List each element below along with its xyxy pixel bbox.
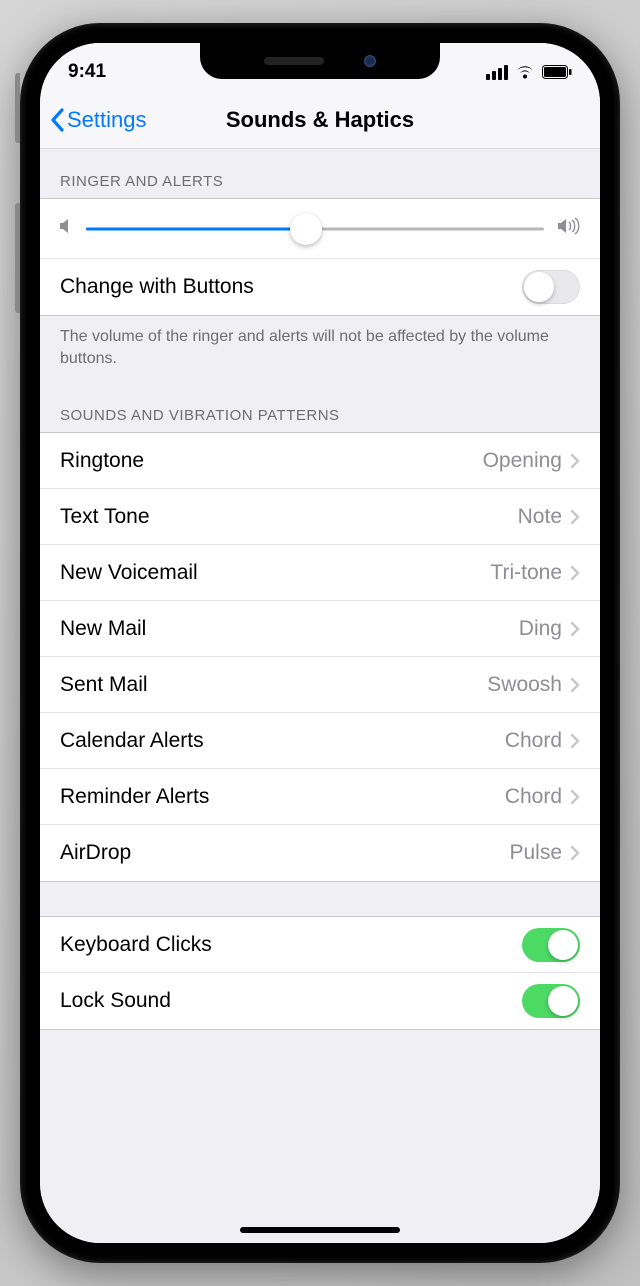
row-value: Opening: [483, 449, 562, 473]
status-time: 9:41: [68, 61, 106, 83]
wifi-icon: [515, 65, 535, 80]
chevron-right-icon: [570, 733, 580, 749]
change-with-buttons-label: Change with Buttons: [60, 275, 522, 299]
back-button[interactable]: Settings: [50, 107, 147, 133]
volume-high-icon: [558, 217, 580, 240]
earpiece-speaker: [264, 57, 324, 65]
chevron-left-icon: [50, 108, 65, 132]
chevron-right-icon: [570, 509, 580, 525]
keyboard-clicks-toggle[interactable]: [522, 928, 580, 962]
section-header-ringer: RINGER AND ALERTS: [40, 149, 600, 198]
row-change-with-buttons[interactable]: Change with Buttons: [40, 259, 600, 315]
chevron-right-icon: [570, 565, 580, 581]
back-label: Settings: [67, 107, 147, 133]
front-camera: [364, 55, 376, 67]
list-item[interactable]: RingtoneOpening: [40, 433, 600, 489]
group-misc-toggles: Keyboard Clicks Lock Sound: [40, 916, 600, 1030]
list-item[interactable]: Calendar AlertsChord: [40, 713, 600, 769]
chevron-right-icon: [570, 453, 580, 469]
row-label: New Mail: [60, 617, 519, 641]
row-label: New Voicemail: [60, 561, 490, 585]
section-header-patterns: SOUNDS AND VIBRATION PATTERNS: [40, 383, 600, 432]
row-label: AirDrop: [60, 841, 509, 865]
device-frame: 9:41 Settings Sounds & Haptics: [20, 23, 620, 1263]
row-value: Tri-tone: [490, 561, 562, 585]
list-item[interactable]: Sent MailSwoosh: [40, 657, 600, 713]
chevron-right-icon: [570, 845, 580, 861]
list-item[interactable]: New VoicemailTri-tone: [40, 545, 600, 601]
content: RINGER AND ALERTS Change: [40, 149, 600, 1243]
row-keyboard-clicks[interactable]: Keyboard Clicks: [40, 917, 600, 973]
volume-slider[interactable]: [86, 213, 544, 245]
list-item[interactable]: AirDropPulse: [40, 825, 600, 881]
row-value: Swoosh: [487, 673, 562, 697]
list-item[interactable]: Text ToneNote: [40, 489, 600, 545]
lock-sound-toggle[interactable]: [522, 984, 580, 1018]
volume-slider-row: [40, 199, 600, 259]
notch: [200, 43, 440, 79]
home-indicator[interactable]: [240, 1227, 400, 1233]
page-title: Sounds & Haptics: [226, 107, 414, 133]
row-label: Text Tone: [60, 505, 518, 529]
list-item[interactable]: New MailDing: [40, 601, 600, 657]
row-value: Chord: [505, 785, 562, 809]
row-value: Chord: [505, 729, 562, 753]
volume-low-icon: [60, 218, 72, 239]
nav-bar: Settings Sounds & Haptics: [40, 91, 600, 149]
chevron-right-icon: [570, 677, 580, 693]
chevron-right-icon: [570, 789, 580, 805]
lock-sound-label: Lock Sound: [60, 989, 522, 1013]
battery-icon: [542, 65, 572, 79]
change-with-buttons-toggle[interactable]: [522, 270, 580, 304]
cellular-signal-icon: [486, 65, 508, 80]
row-label: Calendar Alerts: [60, 729, 505, 753]
section-footer-ringer: The volume of the ringer and alerts will…: [40, 316, 600, 383]
list-item[interactable]: Reminder AlertsChord: [40, 769, 600, 825]
row-label: Sent Mail: [60, 673, 487, 697]
chevron-right-icon: [570, 621, 580, 637]
group-patterns: RingtoneOpeningText ToneNoteNew Voicemai…: [40, 432, 600, 882]
row-value: Note: [518, 505, 562, 529]
row-value: Pulse: [509, 841, 562, 865]
row-label: Ringtone: [60, 449, 483, 473]
row-value: Ding: [519, 617, 562, 641]
row-lock-sound[interactable]: Lock Sound: [40, 973, 600, 1029]
keyboard-clicks-label: Keyboard Clicks: [60, 933, 522, 957]
screen: 9:41 Settings Sounds & Haptics: [40, 43, 600, 1243]
row-label: Reminder Alerts: [60, 785, 505, 809]
group-ringer: Change with Buttons: [40, 198, 600, 316]
